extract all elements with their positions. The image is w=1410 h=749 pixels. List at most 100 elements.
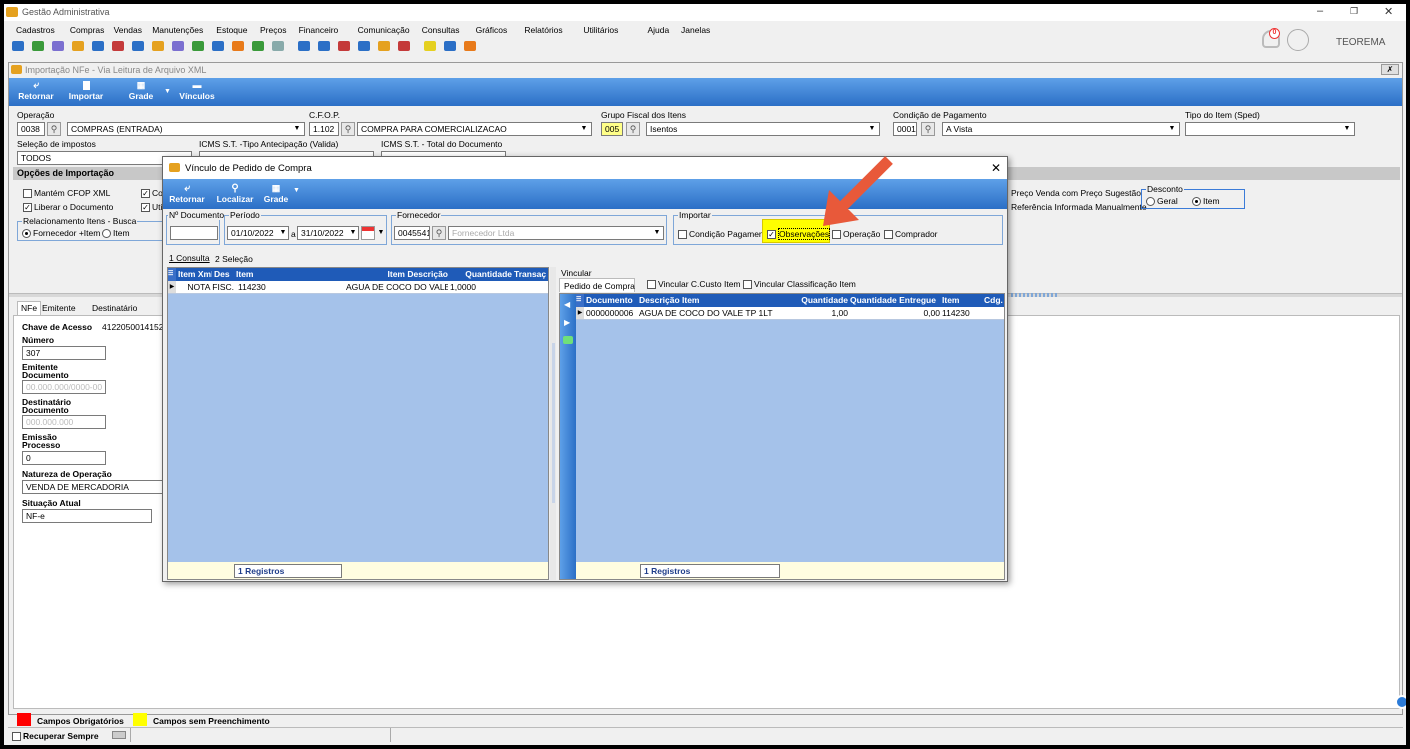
vinc-custo-checkbox[interactable]: Vincular C.Custo Item	[647, 279, 741, 290]
calendar-icon[interactable]	[361, 226, 375, 240]
menu-manutencoes[interactable]: Manutenções	[152, 25, 203, 35]
fornecedor-dropdown-icon[interactable]: ▼	[651, 227, 663, 239]
menu-precos[interactable]: Preços	[260, 25, 286, 35]
toolbar-icon-6[interactable]	[112, 41, 124, 51]
fornecedor-select[interactable]: Fornecedor Ltda	[448, 226, 664, 240]
dest-doc-input[interactable]: 000.000.000	[22, 415, 106, 429]
dialog-grade-button[interactable]: ▦ Grade	[261, 183, 291, 204]
preco-venda-label[interactable]: Preço Venda com Preço Sugestão	[1011, 188, 1141, 198]
operacao-code-input[interactable]: 0038	[17, 122, 45, 136]
toolbar-icon-3[interactable]	[52, 41, 64, 51]
nav-last-icon[interactable]: ▶	[564, 318, 570, 327]
tipo-item-dropdown-icon[interactable]: ▼	[1341, 123, 1353, 135]
menu-cadastros[interactable]: Cadastros	[16, 25, 55, 35]
ndoc-input[interactable]	[170, 226, 218, 240]
cfop-search-icon[interactable]: ⚲	[341, 122, 355, 136]
grade-dropdown-icon[interactable]: ▼	[164, 88, 171, 95]
toolbar-icon-12[interactable]	[232, 41, 244, 51]
operacao-search-icon[interactable]: ⚲	[47, 122, 61, 136]
toolbar-icon-16[interactable]	[318, 41, 330, 51]
fornecedor-search-icon[interactable]: ⚲	[432, 226, 446, 240]
grupo-fiscal-dropdown-icon[interactable]: ▼	[866, 123, 878, 135]
toolbar-icon-17[interactable]	[338, 41, 350, 51]
menu-vendas[interactable]: Vendas	[114, 25, 142, 35]
minimize-button[interactable]: –	[1317, 5, 1323, 17]
cfop-code-input[interactable]: 1.102	[309, 122, 339, 136]
toolbar-icon-20[interactable]	[398, 41, 410, 51]
tipo-item-select[interactable]	[1185, 122, 1355, 136]
link-action-icon[interactable]	[563, 336, 573, 344]
nav-first-icon[interactable]: ◀	[564, 300, 570, 309]
referencia-manual-label[interactable]: Referência Informada Manualmente	[1011, 202, 1147, 212]
toolbar-icon-7[interactable]	[132, 41, 144, 51]
tab-emitente[interactable]: Emitente	[42, 303, 76, 313]
menu-relatorios[interactable]: Relatórios	[524, 25, 562, 35]
toolbar-icon-4[interactable]	[72, 41, 84, 51]
condicao-code-input[interactable]: 0001	[893, 122, 917, 136]
grupo-fiscal-search-icon[interactable]: ⚲	[626, 122, 640, 136]
menu-compras[interactable]: Compras	[70, 25, 104, 35]
cfop-dropdown-icon[interactable]: ▼	[578, 123, 590, 135]
condicao-dropdown-icon[interactable]: ▼	[1166, 123, 1178, 135]
toolbar-icon-9[interactable]	[172, 41, 184, 51]
processo-input[interactable]: 0	[22, 451, 106, 465]
child-close-button[interactable]: ✗	[1381, 64, 1399, 75]
cfop-select[interactable]: COMPRA PARA COMERCIALIZACAO	[357, 122, 592, 136]
vinc-classificacao-checkbox[interactable]: Vincular Classificação Item	[743, 279, 856, 290]
liberar-documento-checkbox[interactable]: ✓ Liberar o Documento	[23, 202, 113, 213]
toolbar-icon-18[interactable]	[358, 41, 370, 51]
retornar-button[interactable]: ⤶ Retornar	[15, 80, 57, 104]
menu-consultas[interactable]: Consultas	[422, 25, 460, 35]
tab-consulta[interactable]: 1 Consulta	[169, 253, 210, 263]
menu-estoque[interactable]: Estoque	[216, 25, 247, 35]
splitter-grip[interactable]	[1011, 293, 1059, 297]
mantem-cfop-checkbox[interactable]: Mantém CFOP XML	[23, 188, 110, 199]
toolbar-icon-11[interactable]	[212, 41, 224, 51]
tab-nfe[interactable]: NFe	[17, 301, 42, 315]
desconto-geral-radio[interactable]: Geral	[1146, 196, 1178, 207]
dialog-retornar-button[interactable]: ⤶ Retornar	[167, 183, 207, 204]
rel-fornecedor-radio[interactable]: Fornecedor +Item	[22, 228, 100, 239]
condicao-search-icon[interactable]: ⚲	[921, 122, 935, 136]
toolbar-icon-19[interactable]	[378, 41, 390, 51]
menu-graficos[interactable]: Gráficos	[476, 25, 508, 35]
restore-button[interactable]: ❐	[1350, 6, 1358, 17]
date-from-dropdown-icon[interactable]: ▼	[277, 227, 289, 239]
dialog-grade-dropdown-icon[interactable]: ▼	[293, 187, 300, 194]
toolbar-icon-22[interactable]	[444, 41, 456, 51]
toolbar-icon-10[interactable]	[192, 41, 204, 51]
menu-utilitarios[interactable]: Utilitários	[583, 25, 618, 35]
util-checkbox[interactable]: ✓ Util	[141, 202, 164, 213]
toolbar-icon-5[interactable]	[92, 41, 104, 51]
tab-selecao[interactable]: 2 Seleção	[215, 254, 253, 264]
menu-janelas[interactable]: Janelas	[681, 25, 710, 35]
toolbar-icon-13[interactable]	[252, 41, 264, 51]
toolbar-icon-15[interactable]	[298, 41, 310, 51]
panel-divider-grip[interactable]	[552, 343, 555, 503]
table-row[interactable]: ▶ 0000000006 AGUA DE COCO DO VALE TP 1LT…	[576, 307, 1004, 320]
scroll-helper-icon[interactable]	[1395, 695, 1406, 709]
toolbar-icon-14[interactable]	[272, 41, 284, 51]
vinculos-button[interactable]: ▬ Vínculos	[177, 80, 217, 104]
menu-ajuda[interactable]: Ajuda	[648, 25, 670, 35]
dialog-localizar-button[interactable]: ⚲ Localizar	[215, 183, 255, 204]
natureza-input[interactable]: VENDA DE MERCADORIA	[22, 480, 170, 494]
calendar-dropdown-icon[interactable]: ▼	[375, 227, 387, 239]
desconto-item-radio[interactable]: Item	[1192, 196, 1220, 207]
emitente-doc-input[interactable]: 00.000.000/0000-00	[22, 380, 106, 394]
situacao-input[interactable]: NF-e	[22, 509, 152, 523]
imp-condicao-checkbox[interactable]: Condição Pagamento	[678, 229, 771, 240]
toolbar-icon-23[interactable]	[464, 41, 476, 51]
dialog-close-button[interactable]: ✕	[991, 161, 1001, 175]
numero-input[interactable]: 307	[22, 346, 106, 360]
table-row[interactable]: ▶ NOTA FISC. 114230 AGUA DE COCO DO VALE…	[168, 281, 548, 294]
toolbar-icon-1[interactable]	[12, 41, 24, 51]
chave-input[interactable]: 4122050014152700	[99, 321, 171, 335]
grupo-fiscal-select[interactable]: Isentos	[646, 122, 880, 136]
fornecedor-code-input[interactable]: 0045541	[394, 226, 430, 240]
grade-button[interactable]: ▦ Grade	[121, 80, 161, 104]
pedido-compra-tab[interactable]: Pedido de Compra	[559, 278, 635, 292]
date-to-dropdown-icon[interactable]: ▼	[347, 227, 359, 239]
toolbar-icon-2[interactable]	[32, 41, 44, 51]
toolbar-icon-21[interactable]	[424, 41, 436, 51]
